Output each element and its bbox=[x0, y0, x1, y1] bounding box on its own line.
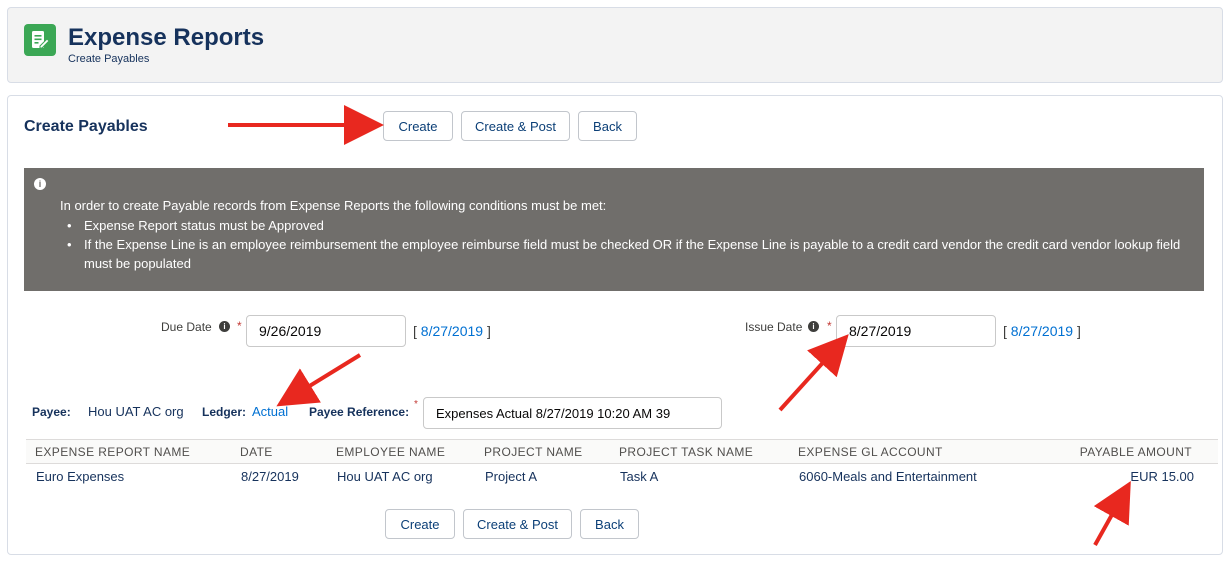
required-marker: * bbox=[237, 319, 242, 333]
required-marker: * bbox=[827, 319, 832, 333]
create-payables-card: Create Payables Create Create & Post Bac… bbox=[7, 95, 1223, 555]
back-button[interactable]: Back bbox=[578, 111, 637, 141]
table-cell: EUR 15.00 bbox=[1130, 469, 1194, 484]
gl-account-link[interactable]: 6060-Meals and Entertainment bbox=[799, 469, 977, 484]
payee-reference-input[interactable] bbox=[423, 397, 722, 429]
issue-date-default: [ 8/27/2019 ] bbox=[1003, 323, 1081, 339]
required-marker: * bbox=[414, 399, 418, 410]
due-date-default-link[interactable]: 8/27/2019 bbox=[421, 323, 483, 339]
column-header: PAYABLE AMOUNT bbox=[1079, 445, 1192, 459]
table-header: EXPENSE REPORT NAME DATE EMPLOYEE NAME P… bbox=[26, 439, 1218, 464]
column-header: EXPENSE GL ACCOUNT bbox=[798, 445, 943, 459]
issue-date-label: Issue Date bbox=[745, 320, 803, 334]
back-button-bottom[interactable]: Back bbox=[580, 509, 639, 539]
expense-report-icon bbox=[24, 24, 56, 56]
bracket-open: [ bbox=[413, 323, 417, 339]
bracket-close: ] bbox=[1076, 323, 1081, 339]
info-icon: i bbox=[34, 178, 46, 190]
card-title: Create Payables bbox=[24, 118, 148, 135]
page-title: Expense Reports bbox=[68, 24, 265, 51]
due-date-default: [ 8/27/2019 ] bbox=[413, 323, 491, 339]
due-date-info-icon[interactable]: i bbox=[219, 321, 230, 332]
create-post-button-bottom[interactable]: Create & Post bbox=[463, 509, 572, 539]
due-date-label: Due Date bbox=[161, 320, 212, 334]
create-button-bottom[interactable]: Create bbox=[385, 509, 455, 539]
info-intro: In order to create Payable records from … bbox=[60, 198, 607, 213]
page-subtitle: Create Payables bbox=[68, 53, 150, 65]
payee-label: Payee: bbox=[32, 405, 71, 419]
table-cell: Hou UAT AC org bbox=[337, 469, 433, 484]
payee-reference-label: Payee Reference: bbox=[309, 405, 410, 419]
condition-item: Expense Report status must be Approved bbox=[64, 216, 1194, 235]
issue-date-info-icon[interactable]: i bbox=[808, 321, 819, 332]
table-cell: Project A bbox=[485, 469, 538, 484]
column-header: DATE bbox=[240, 445, 273, 459]
bracket-open: [ bbox=[1003, 323, 1007, 339]
conditions-list: Expense Report status must be Approved I… bbox=[64, 216, 1194, 273]
ledger-link[interactable]: Actual bbox=[252, 404, 288, 419]
create-post-button[interactable]: Create & Post bbox=[461, 111, 570, 141]
create-button[interactable]: Create bbox=[383, 111, 453, 141]
page-header: Expense Reports Create Payables bbox=[7, 7, 1223, 83]
column-header: EMPLOYEE NAME bbox=[336, 445, 446, 459]
issue-date-input[interactable] bbox=[836, 315, 996, 347]
due-date-input[interactable] bbox=[246, 315, 406, 347]
column-header: PROJECT NAME bbox=[484, 445, 583, 459]
column-header: EXPENSE REPORT NAME bbox=[35, 445, 191, 459]
ledger-label: Ledger: bbox=[202, 405, 247, 419]
condition-item: If the Expense Line is an employee reimb… bbox=[64, 235, 1194, 273]
issue-date-default-link[interactable]: 8/27/2019 bbox=[1011, 323, 1073, 339]
table-cell: Euro Expenses bbox=[36, 469, 125, 484]
table-cell: 8/27/2019 bbox=[241, 469, 299, 484]
column-header: PROJECT TASK NAME bbox=[619, 445, 754, 459]
table-cell: Task A bbox=[620, 469, 659, 484]
bracket-close: ] bbox=[486, 323, 491, 339]
info-banner: i In order to create Payable records fro… bbox=[24, 168, 1204, 291]
payee-value: Hou UAT AC org bbox=[88, 404, 184, 419]
